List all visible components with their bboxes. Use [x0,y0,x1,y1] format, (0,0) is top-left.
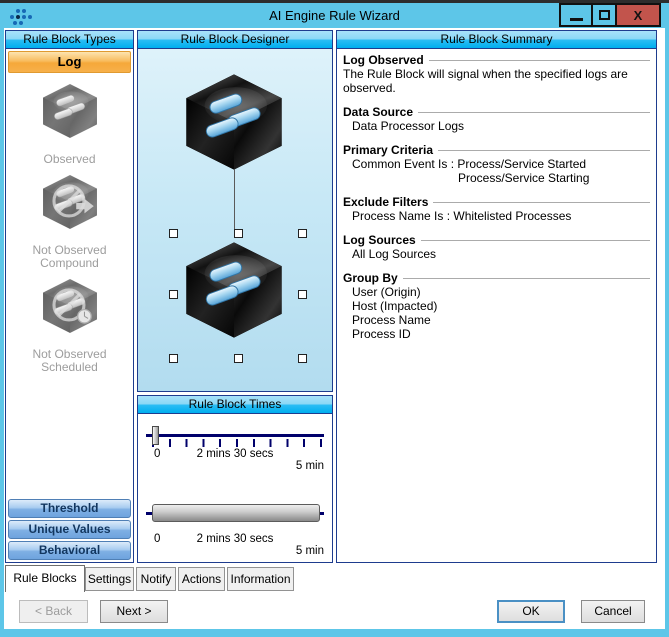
unique-values-type-button[interactable]: Unique Values [8,520,131,539]
maximize-icon [599,10,610,20]
minimize-icon [570,18,583,21]
rule-block-times-panel: Rule Block Times 0 2 mins 30 secs 5 min … [137,395,333,563]
rule-block-types-header: Rule Block Types [6,31,133,49]
summary-section-group-by: Group By User (Origin) Host (Impacted) P… [343,271,650,341]
observed-cube-icon [37,80,103,142]
selected-rule-block-cube[interactable] [175,235,293,345]
range-slider-labels: 0 2 mins 30 secs 5 min [146,533,324,545]
back-button[interactable]: < Back [19,600,88,623]
block-connector-line [234,169,235,233]
time-slider-track[interactable] [146,434,324,437]
clock-icon [77,310,90,323]
not-observed-compound-cube-icon [37,171,103,233]
tab-settings[interactable]: Settings [85,567,134,591]
selection-handle-bottom-center[interactable] [234,354,243,363]
other-type-buttons: Threshold Unique Values Behavioral [6,497,133,562]
not-observed-compound-type-item[interactable]: Not Observed Compound [6,171,133,270]
log-type-button[interactable]: Log [8,51,131,73]
not-observed-scheduled-type-item[interactable]: Not Observed Scheduled [6,275,133,374]
selection-handle-top-center[interactable] [234,229,243,238]
maximize-button[interactable] [591,3,617,27]
selection-handle-bottom-left[interactable] [169,354,178,363]
next-button[interactable]: Next > [100,600,168,623]
selection-handle-top-right[interactable] [298,229,307,238]
close-button[interactable]: X [617,3,661,27]
selection-handle-top-left[interactable] [169,229,178,238]
minimize-button[interactable] [559,3,591,27]
time-slider-ticks [152,439,322,447]
wizard-content: Rule Block Types Log Observed [4,28,665,629]
time-slider-labels: 0 2 mins 30 secs 5 min [146,448,324,460]
titlebar: AI Engine Rule Wizard X [0,3,669,28]
selection-handle-mid-left[interactable] [169,290,178,299]
rule-block-designer-header: Rule Block Designer [138,31,332,49]
designer-canvas[interactable] [138,49,332,391]
tab-actions[interactable]: Actions [178,567,225,591]
time-slider-thumb[interactable] [152,426,159,445]
range-slider-bar[interactable] [152,504,320,522]
rule-block-types-panel: Rule Block Types Log Observed [5,30,134,563]
rule-block-type-list: Observed Not Observed Compound [6,75,133,497]
summary-section-exclude-filters: Exclude Filters Process Name Is : Whitel… [343,195,650,223]
rule-block-times-header: Rule Block Times [138,396,332,414]
observed-type-item[interactable]: Observed [6,80,133,166]
rule-block-summary-header: Rule Block Summary [337,31,656,49]
rule-block-designer-panel: Rule Block Designer [137,30,333,392]
ok-button[interactable]: OK [497,600,565,623]
cancel-button[interactable]: Cancel [581,600,645,623]
upper-rule-block-cube[interactable] [175,67,293,177]
rule-block-summary-panel: Rule Block Summary Log Observed The Rule… [336,30,657,563]
summary-section-primary-criteria: Primary Criteria Common Event Is : Proce… [343,143,650,185]
observed-label: Observed [6,153,133,166]
threshold-type-button[interactable]: Threshold [8,499,131,518]
summary-section-log-sources: Log Sources All Log Sources [343,233,650,261]
summary-section-log-observed: Log Observed The Rule Block will signal … [343,53,650,95]
behavioral-type-button[interactable]: Behavioral [8,541,131,560]
selection-handle-mid-right[interactable] [298,290,307,299]
tab-notify[interactable]: Notify [136,567,176,591]
tab-information[interactable]: Information [227,567,294,591]
ai-engine-rule-wizard-window: AI Engine Rule Wizard X Rule Block Types… [0,0,669,637]
not-observed-scheduled-cube-icon [37,275,103,337]
selection-handle-bottom-right[interactable] [298,354,307,363]
tab-rule-blocks[interactable]: Rule Blocks [5,565,85,592]
summary-section-data-source: Data Source Data Processor Logs [343,105,650,133]
